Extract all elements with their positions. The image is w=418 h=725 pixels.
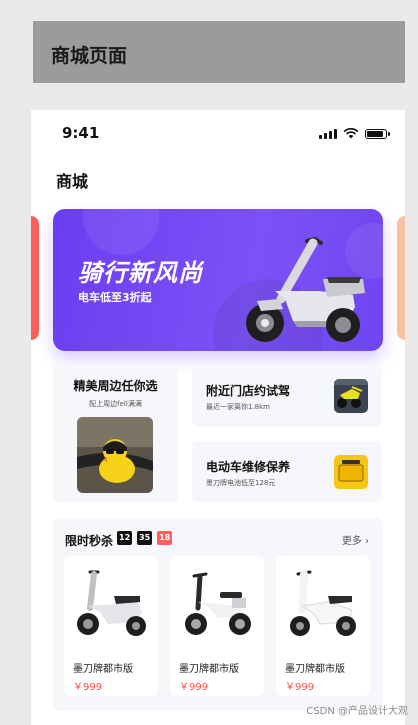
countdown-seconds: 18 [157,531,173,545]
countdown-minutes: 35 [137,531,153,545]
signal-icon [319,129,337,139]
peripherals-subtitle: 配上周边fell满满 [89,400,142,408]
product-card[interactable]: 墨刀牌都市版 ￥999 [64,556,158,696]
product-name: 墨刀牌都市版 [285,664,345,675]
duck-toy-photo [77,417,153,493]
store-bikes-thumbnail [334,379,368,413]
product-price: ￥999 [73,682,103,693]
promo-banner[interactable]: 骑行新风尚 电车低至3折起 [53,209,383,351]
product-image [185,572,251,635]
scooter-image [246,236,365,342]
nearby-store-subtitle: 最近一家离你1.8km [206,403,271,411]
flash-sale-title: 限时秒杀 [65,534,114,548]
product-card[interactable]: 墨刀牌都市版 ￥999 [276,556,370,696]
battery-icon [365,129,390,139]
phone-screen: 9:41 商城 骑行新风尚 电车低至3折起 精美周边任你选 配上周边fell满满… [31,110,405,725]
product-price: ￥999 [179,682,209,693]
more-link[interactable]: 更多 › [342,532,369,547]
status-time: 9:41 [62,124,100,142]
flash-sale-section: 限时秒杀 12 35 18 更多 › 墨刀牌都市版 ￥999 墨刀牌都市版 ￥9… [53,518,383,711]
product-image [290,570,356,636]
banner-title: 骑行新风尚 [78,259,203,287]
document-title-bar: 商城页面 [33,21,405,83]
product-image [77,570,146,636]
product-name: 墨刀牌都市版 [179,664,239,675]
page-title: 商城 [56,172,89,191]
peripherals-card[interactable]: 精美周边任你选 配上周边fell满满 [53,364,178,502]
carousel-next-slide[interactable] [397,216,405,340]
wifi-icon [343,128,359,139]
banner-subtitle: 电车低至3折起 [78,291,152,304]
repair-title: 电动车维修保养 [206,460,291,474]
status-bar: 9:41 [31,110,405,154]
nearby-store-title: 附近门店约试驾 [206,384,291,398]
repair-subtitle: 墨刀牌电池低至128元 [206,479,276,487]
countdown-hours: 12 [117,531,133,545]
carousel-prev-slide[interactable] [31,216,39,340]
repair-card[interactable]: 电动车维修保养 墨刀牌电池低至128元 [192,441,382,502]
peripherals-title: 精美周边任你选 [73,379,158,393]
product-price: ￥999 [285,682,315,693]
status-icons [319,128,390,139]
document-title: 商城页面 [51,45,128,67]
battery-product-thumbnail [334,455,368,489]
nearby-store-card[interactable]: 附近门店约试驾 最近一家离你1.8km [192,365,382,427]
watermark: CSDN @产品设计大观 [306,706,408,717]
product-name: 墨刀牌都市版 [73,664,133,675]
product-card[interactable]: 墨刀牌都市版 ￥999 [170,556,264,696]
